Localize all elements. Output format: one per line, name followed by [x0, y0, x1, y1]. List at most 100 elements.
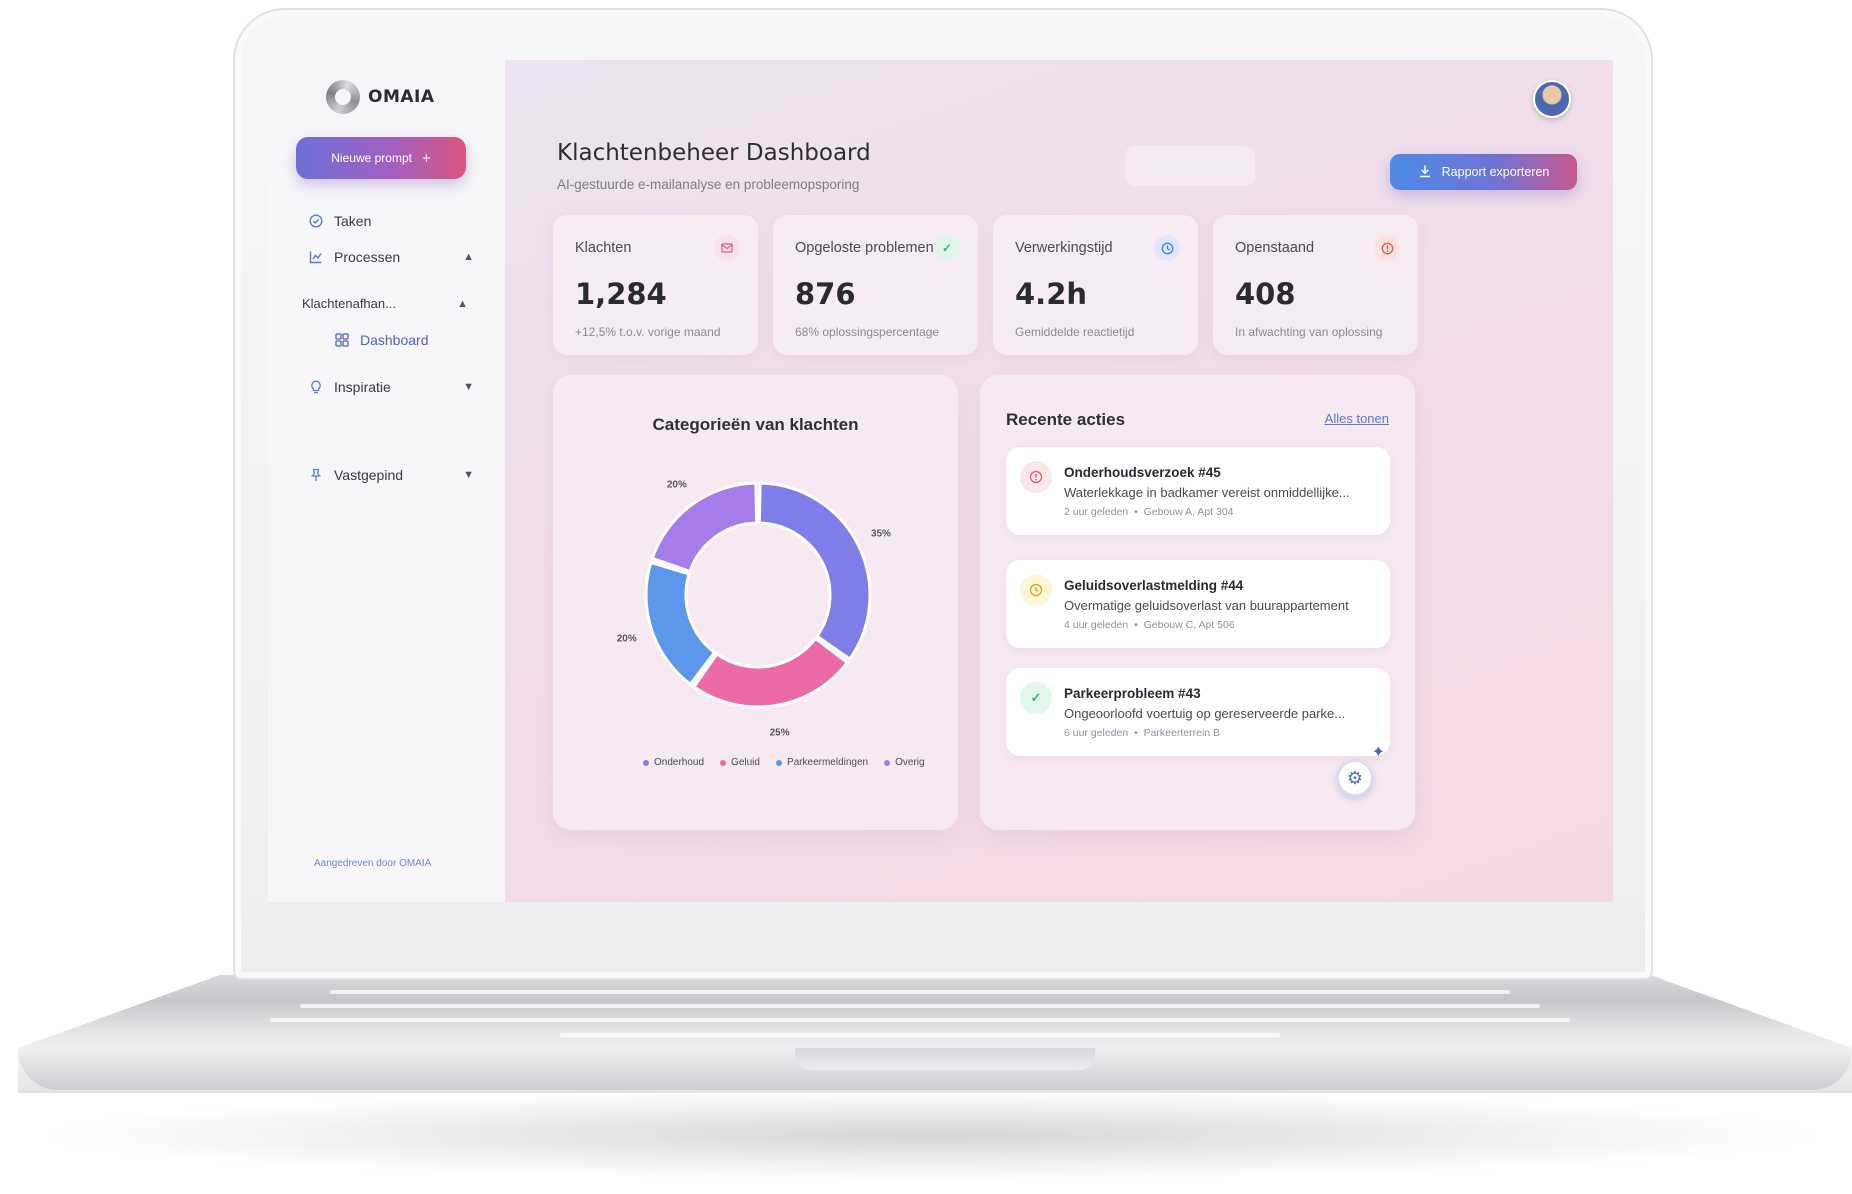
legend-item[interactable]: Overig — [884, 757, 925, 768]
legend-item[interactable]: Onderhoud — [643, 757, 704, 768]
legend-label: Overig — [895, 757, 925, 768]
legend-swatch — [643, 759, 649, 766]
page-title: Klachtenbeheer Dashboard — [557, 140, 871, 166]
page-subtitle: AI-gestuurde e-mailanalyse en probleemop… — [557, 177, 860, 192]
plus-icon: + — [421, 149, 431, 167]
export-report-label: Rapport exporteren — [1441, 165, 1550, 179]
sidebar-item-taken[interactable]: Taken — [308, 213, 474, 229]
chevron-up-icon[interactable]: ▲ — [457, 298, 468, 310]
legend-label: Geluid — [731, 757, 760, 768]
stat-value: 876 — [795, 277, 856, 311]
laptop-screen: OMAIA Nieuwe prompt + Taken Processen ▲ … — [268, 60, 1613, 902]
legend-label: Parkeermeldingen — [786, 757, 869, 768]
keyboard-row — [270, 1018, 1570, 1022]
action-card[interactable]: Onderhoudsverzoek #45 Waterlekkage in ba… — [1006, 447, 1390, 535]
chart-panel: Categorieën van klachten 35% 25% 20% 20% On… — [553, 375, 958, 830]
donut-slice-parkeermeldingen[interactable] — [644, 560, 717, 686]
omaia-logo-icon — [326, 80, 360, 114]
donut-slice-geluid[interactable] — [692, 636, 849, 709]
sidebar: OMAIA Nieuwe prompt + Taken Processen ▲ … — [268, 60, 505, 902]
sidebar-item-label: Taken — [334, 213, 372, 229]
mail-icon — [714, 235, 740, 261]
action-meta: 6 uur geleden • Parkeerterrein B — [1064, 727, 1220, 739]
bulb-icon — [308, 379, 324, 395]
stat-value: 1,284 — [575, 277, 667, 311]
stat-note: In afwachting van oplossing — [1235, 325, 1383, 339]
action-time: 6 uur geleden — [1064, 727, 1129, 739]
brand[interactable]: OMAIA — [326, 80, 435, 114]
sidebar-footer[interactable]: Aangedreven door OMAIA — [314, 858, 431, 869]
legend-label: Onderhoud — [654, 757, 705, 768]
recent-actions-title: Recente acties — [1006, 410, 1126, 429]
alert-icon — [1374, 235, 1400, 261]
stat-label: Klachten — [575, 240, 632, 256]
process-icon — [308, 249, 324, 265]
legend-item[interactable]: Parkeermeldingen — [775, 757, 869, 768]
chevron-down-icon[interactable]: ▼ — [463, 469, 474, 481]
donut-slice-onderhoud[interactable] — [757, 481, 872, 661]
stat-card-klachten: Klachten 1,284 +12,5% t.o.v. vorige maan… — [553, 215, 758, 355]
stat-card-verwerkingstijd: Verwerkingstijd 4.2h Gemiddelde reactiet… — [993, 215, 1198, 355]
sidebar-item-vastgepind[interactable]: Vastgepind ▼ — [308, 467, 474, 483]
action-meta: 4 uur geleden • Gebouw C, Apt 506 — [1064, 619, 1235, 631]
action-time: 4 uur geleden — [1064, 619, 1129, 631]
sidebar-item-dashboard[interactable]: Dashboard — [334, 332, 500, 348]
sidebar-item-processen[interactable]: Processen ▲ — [308, 249, 474, 265]
meta-separator: • — [1131, 727, 1144, 739]
avatar[interactable] — [1533, 80, 1571, 118]
view-all-link[interactable]: Alles tonen — [1325, 411, 1389, 426]
sidebar-item-inspiratie[interactable]: Inspiratie ▼ — [308, 379, 474, 395]
sidebar-item-label: Inspiratie — [334, 379, 391, 395]
recent-actions-panel: Recente acties Alles tonen Onderhoudsver… — [980, 375, 1415, 830]
slice-percent-label: 20% — [617, 634, 637, 645]
action-description: Waterlekkage in badkamer vereist onmidde… — [1064, 485, 1350, 500]
stat-note: +12,5% t.o.v. vorige maand — [575, 325, 721, 339]
new-prompt-label: Nieuwe prompt — [331, 151, 412, 165]
donut-slice-overig[interactable] — [650, 481, 759, 573]
clock-icon — [1154, 235, 1180, 261]
secondary-button[interactable] — [1125, 146, 1255, 186]
action-description: Ongeoorloofd voertuig op gereserveerde p… — [1064, 706, 1346, 721]
laptop-notch — [795, 1048, 1095, 1070]
action-location: Gebouw C, Apt 506 — [1143, 619, 1235, 631]
stat-label: Openstaand — [1235, 240, 1315, 256]
keyboard-row — [300, 1004, 1540, 1008]
alert-icon — [1020, 461, 1052, 493]
chevron-down-icon[interactable]: ▼ — [463, 381, 474, 393]
meta-separator: • — [1131, 506, 1144, 518]
ai-assistant-button[interactable]: ⚙ — [1337, 760, 1373, 796]
action-description: Overmatige geluidsoverlast van buurappar… — [1064, 598, 1349, 613]
check-icon: ✓ — [1020, 682, 1052, 714]
stat-note: Gemiddelde reactietijd — [1015, 325, 1135, 339]
stat-card-openstaand: Openstaand 408 In afwachting van oplossi… — [1213, 215, 1418, 355]
chart-title: Categorieën van klachten — [652, 415, 859, 434]
sparkle-icon: ✦ — [1371, 744, 1385, 761]
action-title: Onderhoudsverzoek #45 — [1064, 465, 1221, 480]
stat-value: 408 — [1235, 277, 1296, 311]
action-card[interactable]: Geluidsoverlastmelding #44 Overmatige ge… — [1006, 560, 1390, 648]
chart-legend: Onderhoud Geluid Parkeermeldingen Overig — [643, 757, 925, 768]
main-content: Klachtenbeheer Dashboard AI-gestuurde e-… — [505, 60, 1613, 902]
sidebar-item-label: Dashboard — [360, 332, 429, 348]
legend-swatch — [720, 759, 727, 766]
pin-icon — [308, 467, 324, 483]
stat-note: 68% oplossingspercentage — [795, 325, 940, 339]
stat-card-opgeloste-problemen: Opgeloste problemen ✓ 876 68% oplossings… — [773, 215, 978, 355]
action-title: Geluidsoverlastmelding #44 — [1064, 578, 1244, 593]
legend-swatch — [884, 759, 891, 766]
chevron-up-icon[interactable]: ▲ — [463, 251, 474, 263]
action-time: 2 uur geleden — [1064, 506, 1129, 518]
legend-swatch — [775, 759, 782, 766]
gear-icon: ⚙ — [1346, 767, 1364, 788]
grid-icon — [334, 332, 350, 348]
donut-chart: 35% 25% 20% 20% — [617, 479, 891, 738]
keyboard-row — [560, 1033, 1280, 1037]
stat-label: Verwerkingstijd — [1015, 240, 1113, 256]
slice-percent-label: 20% — [667, 479, 687, 490]
new-prompt-button[interactable]: Nieuwe prompt + — [296, 137, 466, 179]
legend-item[interactable]: Geluid — [720, 757, 760, 768]
stat-value: 4.2h — [1015, 277, 1088, 311]
action-card[interactable]: ✓ Parkeerprobleem #43 Ongeoorloofd voert… — [1006, 668, 1390, 756]
sidebar-item-klachtenafhandeling[interactable]: Klachtenafhan... ▲ — [302, 296, 468, 311]
export-report-button[interactable]: Rapport exporteren — [1390, 154, 1577, 190]
